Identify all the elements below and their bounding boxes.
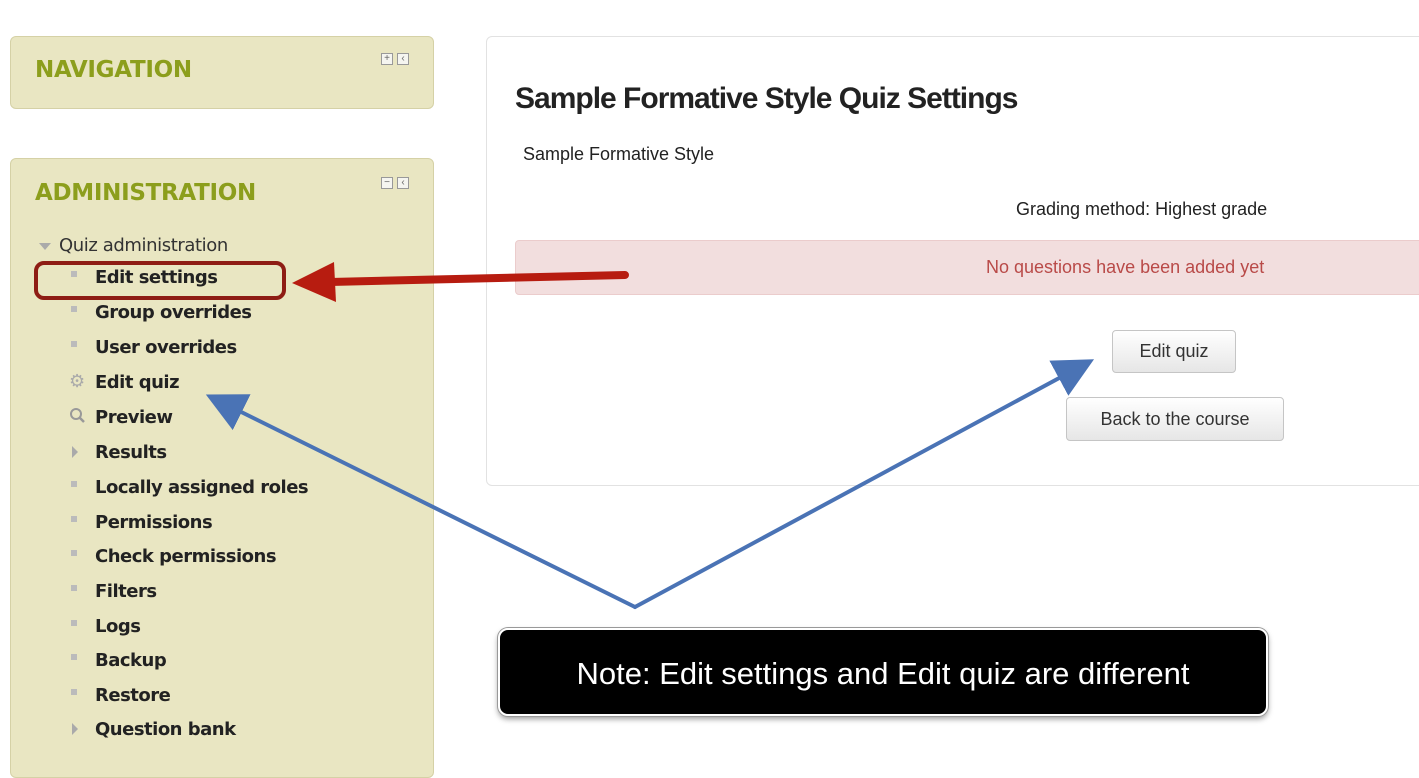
dock-icon[interactable]: ‹ [397,177,409,189]
gear-icon: ⚙ [69,371,85,392]
note-callout: Note: Edit settings and Edit quiz are di… [498,628,1268,716]
admin-item-permissions[interactable]: Permissions [69,512,213,538]
plus-icon[interactable]: + [381,53,393,65]
bullet-icon [69,581,95,601]
admin-item-filters[interactable]: Filters [69,581,157,607]
collapse-icon [39,242,51,250]
admin-item-preview[interactable]: Preview [69,407,173,433]
search-icon [69,407,95,427]
admin-item-label: User overrides [95,337,237,358]
bullet-icon [69,302,95,322]
admin-item-label: Question bank [95,719,236,740]
administration-controls: − ‹ [381,177,409,189]
navigation-controls: + ‹ [381,53,409,65]
tree-root-label: Quiz administration [59,235,228,256]
admin-item-label: Preview [95,407,173,428]
callout-text: Note: Edit settings and Edit quiz are di… [576,656,1190,691]
administration-title[interactable]: ADMINISTRATION [35,180,256,206]
grading-method: Grading method: Highest grade [1016,199,1268,219]
quiz-intro: Sample Formative Style [523,144,715,164]
admin-item-label: Check permissions [95,546,277,567]
alert-text: No questions have been added yet [986,257,1265,277]
page-title: Sample Formative Style Quiz Settings [515,82,1018,115]
bullet-icon [69,477,95,497]
admin-item-logs[interactable]: Logs [69,616,141,642]
edit-settings-highlight [34,261,286,300]
admin-item-label: Locally assigned roles [95,477,309,498]
back-to-course-button[interactable]: Back to the course [1066,397,1284,441]
admin-item-user-overrides[interactable]: User overrides [69,337,237,363]
admin-item-label: Results [95,442,167,463]
admin-item-restore[interactable]: Restore [69,685,171,711]
admin-item-label: Filters [95,581,157,602]
admin-item-backup[interactable]: Backup [69,650,167,676]
bullet-icon [69,512,95,532]
bullet-icon [69,546,95,566]
administration-block: ADMINISTRATION − ‹ Quiz administration E… [10,158,434,778]
minus-icon[interactable]: − [381,177,393,189]
admin-item-label: Restore [95,685,171,706]
navigation-block: NAVIGATION + ‹ [10,36,434,109]
edit-quiz-button[interactable]: Edit quiz [1112,330,1236,373]
navigation-title[interactable]: NAVIGATION [35,57,192,83]
bullet-icon [69,650,95,670]
admin-item-label: Group overrides [95,302,252,323]
bullet-icon [69,616,95,636]
admin-item-label: Logs [95,616,141,637]
admin-item-label: Backup [95,650,167,671]
admin-item-group-overrides[interactable]: Group overrides [69,302,252,328]
no-questions-alert: No questions have been added yet [515,240,1419,295]
expand-icon [69,442,95,462]
bullet-icon [69,685,95,705]
admin-item-locally-assigned-roles[interactable]: Locally assigned roles [69,477,309,503]
admin-item-question-bank[interactable]: Question bank [69,719,236,745]
admin-item-label: Permissions [95,512,213,533]
expand-icon [69,719,95,739]
tree-root-quiz-administration[interactable]: Quiz administration [39,235,228,256]
dock-icon[interactable]: ‹ [397,53,409,65]
bullet-icon [69,337,95,357]
admin-item-label: Edit quiz [95,372,180,393]
admin-item-results[interactable]: Results [69,442,167,468]
admin-item-check-permissions[interactable]: Check permissions [69,546,277,572]
admin-item-edit-quiz[interactable]: ⚙ Edit quiz [69,371,180,398]
